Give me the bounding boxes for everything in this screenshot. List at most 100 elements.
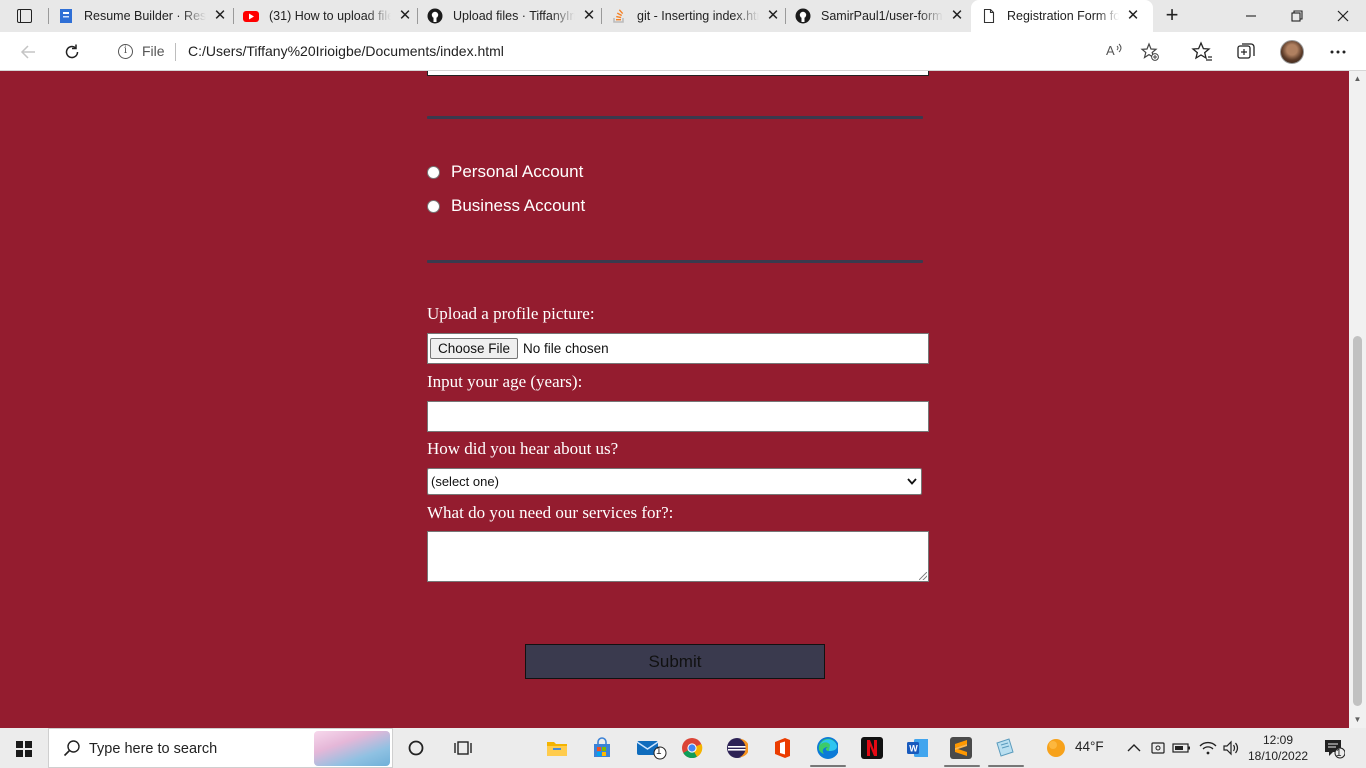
tab-registration-form[interactable]: Registration Form for Busin ✕ — [971, 0, 1153, 32]
meet-now-icon[interactable] — [1148, 737, 1168, 759]
collections-icon[interactable] — [1235, 41, 1257, 63]
tab-youtube[interactable]: (31) How to upload files ✕ — [243, 0, 413, 32]
tab-upload-files[interactable]: Upload files · TiffanyIri ✕ — [427, 0, 597, 32]
previous-input-field[interactable] — [427, 71, 929, 76]
close-tab-icon[interactable]: ✕ — [1125, 8, 1141, 24]
system-clock[interactable]: 12:09 18/10/2022 — [1248, 732, 1308, 764]
tab-actions-button[interactable] — [10, 6, 38, 26]
task-view-icon[interactable] — [452, 737, 474, 759]
github-icon — [427, 8, 443, 24]
tab-git-inserting[interactable]: git - Inserting index.html ✕ — [611, 0, 781, 32]
tab-title: SamirPaul1/user-form — [821, 9, 943, 23]
refresh-button[interactable] — [59, 39, 85, 65]
close-window-button[interactable] — [1320, 0, 1366, 32]
profile-picture-input[interactable]: Choose File No file chosen — [427, 333, 929, 364]
restore-icon — [1291, 10, 1303, 22]
word-icon[interactable]: W — [906, 737, 928, 759]
resume-builder-icon — [58, 8, 74, 24]
url-text[interactable]: C:/Users/Tiffany%20Irioigbe/Documents/in… — [188, 43, 504, 59]
windows-start-button[interactable] — [16, 741, 32, 757]
notifications-icon[interactable] — [1322, 737, 1346, 759]
tab-actions-icon — [16, 9, 32, 23]
active-app-indicator — [988, 765, 1024, 767]
chrome-icon[interactable] — [681, 737, 703, 759]
windows-taskbar: Type here to search 1 W 44°F 12:09 18/10… — [0, 728, 1366, 768]
office-icon[interactable] — [771, 737, 793, 759]
referral-select[interactable]: (select one) — [427, 468, 922, 495]
notification-badge: 1 — [1336, 748, 1342, 759]
restore-button[interactable] — [1274, 0, 1320, 32]
cortana-icon[interactable] — [405, 737, 427, 759]
close-tab-icon[interactable]: ✕ — [765, 8, 781, 24]
minimize-button[interactable] — [1228, 0, 1274, 32]
youtube-icon — [243, 8, 259, 24]
tab-user-form[interactable]: SamirPaul1/user-form ✕ — [795, 0, 965, 32]
active-app-indicator — [944, 765, 980, 767]
document-icon — [981, 8, 997, 24]
business-account-label: Business Account — [451, 196, 586, 215]
referral-label: How did you hear about us? — [427, 439, 619, 458]
back-button[interactable] — [15, 39, 41, 65]
scroll-down-icon[interactable]: ▼ — [1349, 713, 1366, 727]
submit-button[interactable]: Submit — [525, 644, 825, 679]
weather-icon[interactable] — [1045, 737, 1067, 759]
wifi-icon[interactable] — [1197, 737, 1219, 759]
clock-date: 18/10/2022 — [1248, 749, 1309, 763]
taskbar-search-box[interactable]: Type here to search — [48, 728, 393, 768]
tab-separator — [601, 8, 602, 24]
tab-separator — [785, 8, 786, 24]
tab-resume-builder[interactable]: Resume Builder · Resume ✕ — [58, 0, 228, 32]
scroll-up-icon[interactable]: ▲ — [1349, 72, 1366, 86]
tab-title: Resume Builder · Resume — [84, 9, 206, 23]
choose-file-button[interactable]: Choose File — [430, 338, 519, 359]
microsoft-store-icon[interactable] — [591, 737, 613, 759]
battery-icon[interactable] — [1171, 737, 1193, 759]
business-account-radio[interactable] — [427, 199, 440, 213]
close-tab-icon[interactable]: ✕ — [212, 8, 228, 24]
github-icon — [795, 8, 811, 24]
more-options-icon[interactable] — [1327, 41, 1349, 63]
tab-separator — [417, 8, 418, 24]
resize-grip-icon[interactable] — [919, 572, 927, 580]
address-bar[interactable]: i File C:/Users/Tiffany%20Irioigbe/Docum… — [100, 36, 1172, 67]
tab-separator — [233, 8, 234, 24]
new-tab-button[interactable]: + — [1160, 4, 1184, 27]
show-hidden-icons-icon[interactable] — [1124, 737, 1144, 759]
favorites-icon[interactable] — [1191, 41, 1213, 63]
scrollbar-thumb[interactable] — [1353, 336, 1362, 706]
close-tab-icon[interactable]: ✕ — [397, 8, 413, 24]
sublime-text-icon[interactable] — [950, 737, 972, 759]
services-label: What do you need our services for?: — [427, 503, 674, 522]
netflix-icon[interactable] — [861, 737, 883, 759]
close-tab-icon[interactable]: ✕ — [949, 8, 965, 24]
clock-time: 12:09 — [1262, 733, 1294, 747]
back-arrow-icon — [20, 45, 35, 59]
page-scrollbar[interactable]: ▲ ▼ — [1349, 71, 1366, 728]
minimize-icon — [1246, 15, 1256, 17]
close-icon — [1337, 10, 1349, 22]
services-textarea[interactable] — [427, 531, 929, 582]
personal-account-option[interactable]: Personal Account — [427, 162, 583, 182]
profile-avatar[interactable] — [1280, 40, 1304, 64]
site-scheme-label: File — [142, 43, 165, 59]
file-explorer-icon[interactable] — [546, 737, 568, 759]
notepad-icon[interactable] — [994, 737, 1016, 759]
volume-icon[interactable] — [1220, 737, 1242, 759]
eclipse-icon[interactable] — [726, 737, 748, 759]
personal-account-radio[interactable] — [427, 165, 440, 179]
age-input[interactable] — [427, 401, 929, 432]
info-icon[interactable]: i — [118, 44, 133, 59]
add-favorite-icon[interactable] — [1140, 42, 1160, 62]
svg-text:A: A — [1106, 43, 1115, 58]
close-tab-icon[interactable]: ✕ — [581, 8, 597, 24]
business-account-option[interactable]: Business Account — [427, 196, 585, 216]
age-label: Input your age (years): — [427, 372, 583, 391]
navigation-bar: i File C:/Users/Tiffany%20Irioigbe/Docum… — [0, 32, 1366, 71]
section-divider — [427, 116, 923, 119]
read-aloud-icon[interactable]: A — [1104, 42, 1124, 62]
mail-badge: 1 — [656, 746, 662, 757]
page-viewport: Personal Account Business Account Upload… — [0, 71, 1349, 728]
tab-separator — [48, 8, 49, 24]
mail-icon[interactable] — [636, 737, 670, 760]
edge-icon[interactable] — [816, 737, 838, 759]
